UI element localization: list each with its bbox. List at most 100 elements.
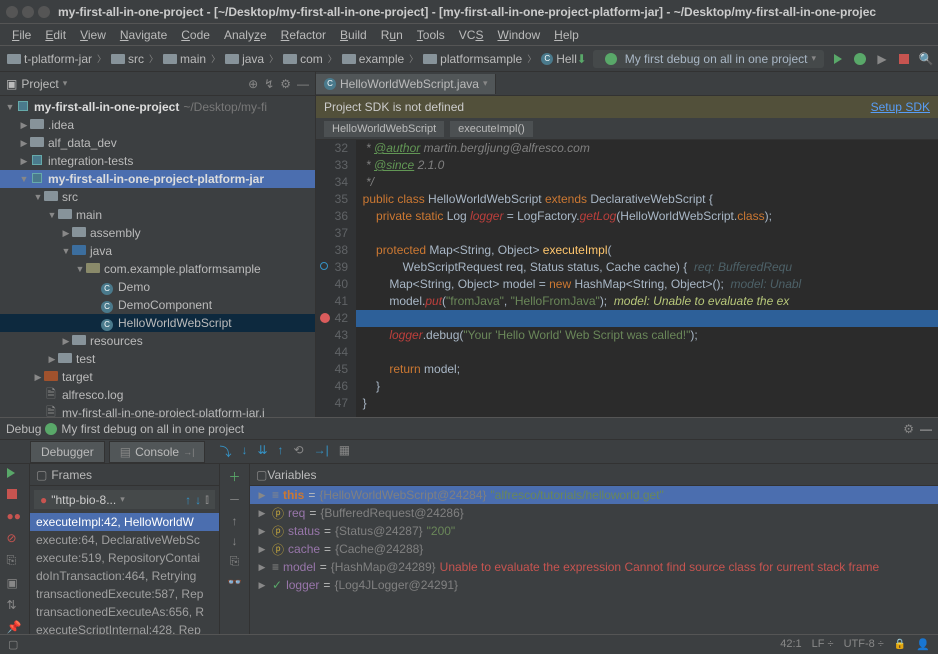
thread-selector[interactable]: ● "http-bio-8... ▾ ↑ ↓ ⫾ <box>34 490 215 509</box>
variables-list[interactable]: ≡ this = {HelloWorldWebScript@24284} "al… <box>250 486 938 634</box>
evaluate-icon[interactable]: ▦ <box>339 443 350 460</box>
status-icon[interactable]: ▢ <box>8 638 18 651</box>
var-status[interactable]: ⓟ status = {Status@24287} "200" <box>250 522 938 540</box>
run-config-selector[interactable]: My first debug on all in one project ▾ <box>593 50 824 68</box>
expand-icon[interactable] <box>46 354 58 365</box>
gutter-line[interactable]: 35 <box>316 191 348 208</box>
gutter-line[interactable]: 37 <box>316 225 348 242</box>
menu-build[interactable]: Build <box>334 26 373 44</box>
filter-icon[interactable]: ⫾ <box>205 492 209 507</box>
breadcrumb-segment[interactable]: example <box>339 50 407 68</box>
code-line[interactable]: WebScriptRequest req, Status status, Cac… <box>356 259 938 276</box>
gutter-line[interactable]: 42 <box>316 310 348 327</box>
expand-icon[interactable] <box>18 174 30 184</box>
gutter-line[interactable]: 32 <box>316 140 348 157</box>
setup-sdk-link[interactable]: Setup SDK <box>871 100 930 114</box>
maximize-icon[interactable] <box>38 6 50 18</box>
menu-run[interactable]: Run <box>375 26 409 44</box>
gutter[interactable]: 32333435363738394041424344454647 <box>316 140 356 417</box>
remove-watch-icon[interactable]: － <box>228 491 240 508</box>
pin-icon[interactable]: 📌 <box>7 620 23 634</box>
code-line[interactable]: protected Map<String, Object> executeImp… <box>356 242 938 259</box>
lock-icon[interactable] <box>894 638 906 651</box>
line-separator[interactable]: LF ÷ <box>812 638 834 651</box>
step-over-icon[interactable]: ⤵ <box>219 443 231 460</box>
breadcrumb-segment[interactable]: platformsample <box>420 50 525 68</box>
error-icon[interactable] <box>320 313 330 323</box>
var-this[interactable]: ≡ this = {HelloWorldWebScript@24284} "al… <box>250 486 938 504</box>
code-line[interactable] <box>356 310 938 327</box>
expand-icon[interactable] <box>18 156 30 167</box>
copy-icon[interactable]: ⎘ <box>230 554 240 569</box>
tab-debugger[interactable]: Debugger <box>30 441 105 463</box>
tree-item-democomponent[interactable]: CDemoComponent <box>0 296 315 314</box>
expand-icon[interactable] <box>46 210 58 220</box>
tree-item-helloworldwebscript[interactable]: CHelloWorldWebScript <box>0 314 315 332</box>
menu-vcs[interactable]: VCS <box>453 26 490 44</box>
frame-row[interactable]: execute:64, DeclarativeWebSc <box>30 531 219 549</box>
menu-refactor[interactable]: Refactor <box>275 26 332 44</box>
expand-icon[interactable] <box>60 336 72 347</box>
expand-icon[interactable] <box>60 228 72 239</box>
gear-icon[interactable] <box>903 422 914 436</box>
breadcrumb-segment[interactable]: CHelloWorl <box>538 50 576 68</box>
search-icon[interactable]: 🔍 <box>918 51 934 67</box>
tree-item-target[interactable]: target <box>0 368 315 386</box>
tree-item-main[interactable]: main <box>0 206 315 224</box>
editor-tab[interactable]: C HelloWorldWebScript.java ▾ <box>316 74 496 94</box>
collapse-icon[interactable]: ⊕ <box>248 77 258 91</box>
menu-edit[interactable]: Edit <box>39 26 72 44</box>
menu-analyze[interactable]: Analyze <box>218 26 273 44</box>
tree-item-my-first-all-in-one-project-platform-jar-i[interactable]: 🗎my-first-all-in-one-project-platform-ja… <box>0 404 315 417</box>
code-line[interactable]: */ <box>356 174 938 191</box>
gutter-line[interactable]: 34 <box>316 174 348 191</box>
gutter-line[interactable]: 41 <box>316 293 348 310</box>
breakpoint-icon[interactable] <box>320 262 328 270</box>
code-line[interactable]: } <box>356 378 938 395</box>
code-line[interactable]: } <box>356 395 938 412</box>
hide-icon[interactable]: — <box>920 422 932 436</box>
tree-item-integration-tests[interactable]: integration-tests <box>0 152 315 170</box>
code-line[interactable]: return model; <box>356 361 938 378</box>
up-icon[interactable]: ↑ <box>232 514 238 528</box>
gutter-line[interactable]: 47 <box>316 395 348 412</box>
prev-frame-icon[interactable]: ↑ <box>185 493 191 507</box>
frame-row[interactable]: executeImpl:42, HelloWorldW <box>30 513 219 531</box>
tree-item-test[interactable]: test <box>0 350 315 368</box>
down-icon[interactable]: ↓ <box>232 534 238 548</box>
resume-button[interactable] <box>7 468 23 481</box>
gutter-line[interactable]: 36 <box>316 208 348 225</box>
code-line[interactable] <box>356 344 938 361</box>
expand-icon[interactable] <box>60 246 72 256</box>
tree-item-my-first-all-in-one-project-platform-jar[interactable]: my-first-all-in-one-project-platform-jar <box>0 170 315 188</box>
restore-icon-2[interactable]: ▢ <box>256 468 267 482</box>
breadcrumb-segment[interactable]: t-platform-jar <box>4 50 95 68</box>
build-icon[interactable]: ⬇ <box>577 52 587 66</box>
gutter-line[interactable]: 46 <box>316 378 348 395</box>
show-watches-icon[interactable]: 👓 <box>227 575 242 589</box>
hide-icon[interactable]: — <box>297 77 309 91</box>
frame-row[interactable]: execute:519, RepositoryContai <box>30 549 219 567</box>
expand-icon[interactable] <box>256 544 268 555</box>
frame-row[interactable]: doInTransaction:464, Retrying <box>30 567 219 585</box>
code-line[interactable]: public class HelloWorldWebScript extends… <box>356 191 938 208</box>
next-frame-icon[interactable]: ↓ <box>195 493 201 507</box>
step-into-icon[interactable]: ↓ <box>241 443 247 460</box>
step-out-icon[interactable]: ↑ <box>278 443 284 460</box>
tree-root[interactable]: my-first-all-in-one-project~/Desktop/my-… <box>0 98 315 116</box>
frame-row[interactable]: transactionedExecuteAs:656, R <box>30 603 219 621</box>
settings-icon[interactable]: ⇅ <box>7 598 23 612</box>
code-line[interactable]: private static Log logger = LogFactory.g… <box>356 208 938 225</box>
expand-icon[interactable] <box>256 562 268 573</box>
code-line[interactable]: Map<String, Object> model = new HashMap<… <box>356 276 938 293</box>
code-line[interactable]: * @author martin.bergljung@alfresco.com <box>356 140 938 157</box>
expand-icon[interactable] <box>256 580 268 591</box>
debug-button[interactable] <box>852 51 868 67</box>
code-editor[interactable]: 32333435363738394041424344454647 * @auth… <box>316 140 938 417</box>
code-line[interactable] <box>356 225 938 242</box>
encoding[interactable]: UTF-8 ÷ <box>844 638 884 651</box>
view-breakpoints-icon[interactable]: ●● <box>7 509 23 523</box>
minimize-icon[interactable] <box>22 6 34 18</box>
expand-icon[interactable] <box>256 508 268 519</box>
var-logger[interactable]: ✓ logger = {Log4JLogger@24291} <box>250 576 938 594</box>
